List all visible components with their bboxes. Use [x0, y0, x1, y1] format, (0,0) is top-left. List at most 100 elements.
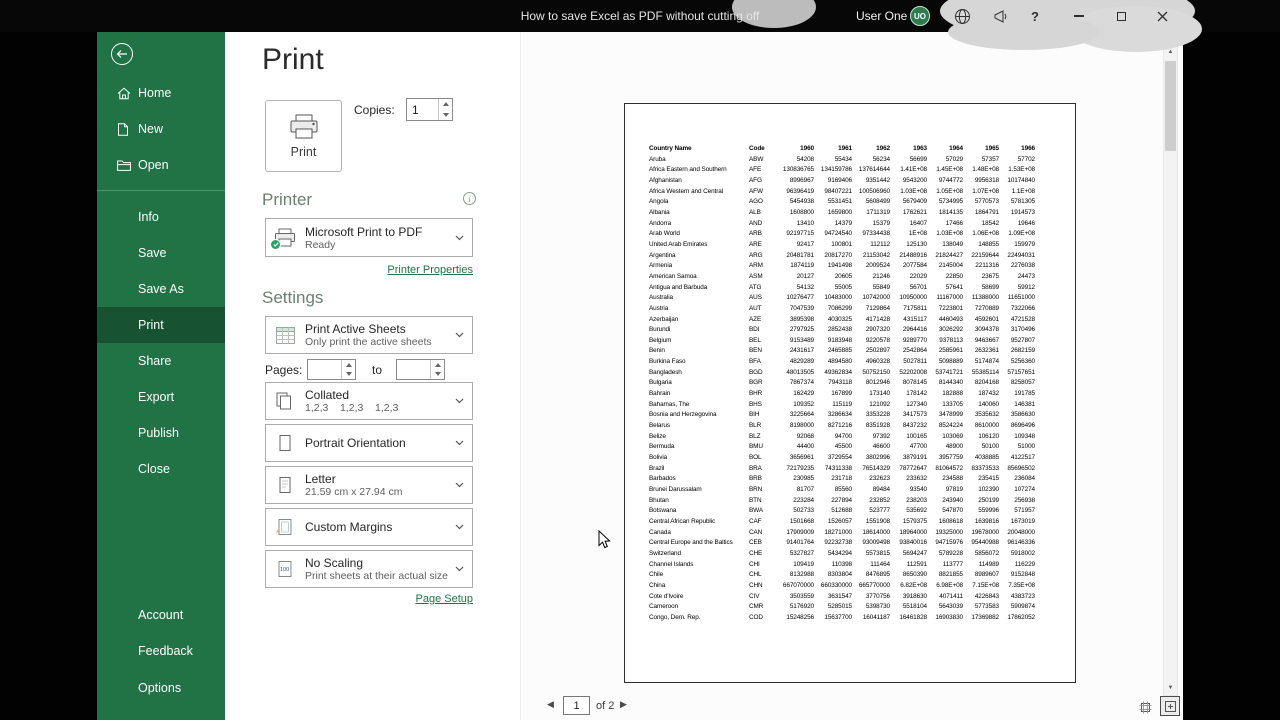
back-arrow-icon — [116, 50, 127, 58]
table-row: Armenia ARM 1874119 1941498 2009524 2077584 21… — [649, 262, 1035, 270]
pages-from-input[interactable] — [308, 360, 341, 379]
table-row: Bulgaria BGR 7867374 7943118 8012946 8078145 8… — [649, 379, 1035, 387]
preview-page: Country Name Code 1960 1961 1962 1963 1964 1965… — [624, 103, 1076, 683]
sidebar-item-save[interactable]: Save — [97, 235, 225, 271]
sidebar-item-info[interactable]: Info — [97, 199, 225, 235]
close-button[interactable] — [1142, 0, 1182, 32]
table-row: Aruba ABW 54208 55434 56234 56699 57029 57357 57… — [649, 155, 1035, 163]
table-row: Cote d'Ivoire CIV 3503559 3631547 3770756 391… — [649, 592, 1035, 600]
table-row: Bangladesh BGD 48013505 49362834 50752150 522… — [649, 368, 1035, 376]
spin-up-icon[interactable] — [345, 362, 352, 367]
table-row: Albania ALB 1608800 1659800 1711319 1762621 18… — [649, 208, 1035, 216]
scroll-down-icon[interactable]: ▼ — [1164, 681, 1177, 695]
collation-dropdown[interactable]: Collated 1,2,3 1,2,3 1,2,3 — [265, 382, 473, 420]
printer-name: Microsoft Print to PDF — [305, 224, 423, 239]
maximize-button[interactable] — [1102, 0, 1140, 32]
table-row: Bahrain BHR 162429 167899 173140 178142 182888… — [649, 390, 1035, 398]
page-count-label: of 2 — [596, 700, 615, 712]
sidebar-item-home[interactable]: Home — [97, 75, 225, 111]
mouse-cursor — [598, 529, 611, 554]
info-icon[interactable]: i — [463, 192, 476, 205]
table-row: Brazil BRA 72179235 74311338 76514329 7877264… — [649, 464, 1035, 472]
spin-down-icon[interactable] — [345, 372, 352, 377]
show-margins-button[interactable] — [1137, 699, 1154, 716]
preview-scrollbar[interactable]: ▲ ▼ — [1163, 44, 1178, 696]
table-row: Canada CAN 17909009 18271000 18614000 1896400… — [649, 528, 1035, 536]
pages-to-input[interactable] — [397, 360, 430, 379]
printer-ready-check-icon — [270, 239, 281, 250]
spin-up-icon[interactable] — [442, 102, 449, 107]
sidebar-item-feedback[interactable]: Feedback — [97, 633, 225, 669]
pages-to-stepper[interactable] — [396, 359, 445, 380]
printer-dropdown[interactable]: Microsoft Print to PDF Ready — [265, 218, 473, 257]
sidebar-item-publish[interactable]: Publish — [97, 415, 225, 451]
margins-dropdown[interactable]: * Custom Margins — [265, 508, 473, 546]
globe-icon[interactable] — [952, 7, 972, 25]
table-row: Belgium BEL 9153489 9183948 9220578 9289770 93… — [649, 336, 1035, 344]
sidebar-item-close[interactable]: Close — [97, 451, 225, 487]
paper-size-dropdown[interactable]: Letter 21.59 cm x 27.94 cm — [265, 466, 473, 504]
table-row: Barbados BRB 230985 231718 232623 233632 23458… — [649, 475, 1035, 483]
backstage-sidebar: Home New Open Info Save Save As Print Sh… — [97, 32, 225, 720]
scaling-dropdown[interactable]: 100 No Scaling Print sheets at their act… — [265, 550, 473, 588]
portrait-page-icon — [274, 434, 296, 452]
sidebar-item-open[interactable]: Open — [97, 147, 225, 183]
copies-input[interactable] — [407, 99, 438, 120]
print-what-dropdown[interactable]: Print Active Sheets Only print the activ… — [265, 316, 473, 354]
table-row: Azerbaijan AZE 3895398 4030325 4171428 431511… — [649, 315, 1035, 323]
window-title: How to save Excel as PDF without cutting… — [520, 9, 760, 23]
new-document-icon — [117, 122, 132, 136]
minimize-button[interactable] — [1060, 0, 1098, 32]
copies-spin-arrows[interactable] — [438, 99, 452, 120]
table-row: Country Name Code 1960 1961 1962 1963 1964 1965… — [649, 145, 1035, 152]
table-row: Central African Republic CAF 1501668 152605… — [649, 517, 1035, 525]
table-row: Australia AUS 10276477 10483000 10742000 1095… — [649, 294, 1035, 302]
sidebar-item-label: New — [138, 122, 164, 136]
table-row: Africa Western and Central AFW 96396419 984… — [649, 187, 1035, 195]
table-row: Chile CHL 8132988 8303804 8476895 8650390 8821… — [649, 571, 1035, 579]
table-row: Antigua and Barbuda ATG 54132 55005 55849 567… — [649, 283, 1035, 291]
pages-label: Pages: — [265, 363, 303, 377]
page-setup-link[interactable]: Page Setup — [265, 593, 474, 605]
next-page-button[interactable]: ▶ — [620, 699, 627, 710]
sidebar-item-account[interactable]: Account — [97, 597, 225, 633]
table-row: Belize BLZ 92068 94700 97392 100165 103069 1061… — [649, 432, 1035, 440]
chevron-down-icon — [455, 332, 464, 338]
help-icon[interactable]: ? — [1026, 7, 1044, 25]
table-row: Andorra AND 13410 14379 15379 16407 17466 18542… — [649, 219, 1035, 227]
orientation-dropdown[interactable]: Portrait Orientation — [265, 424, 473, 462]
printer-properties-link[interactable]: Printer Properties — [265, 264, 473, 276]
custom-margins-icon: * — [274, 518, 296, 536]
feedback-icon[interactable] — [991, 8, 1011, 24]
table-row: Africa Eastern and Southern AFE 130836765 1… — [649, 166, 1035, 174]
printer-icon — [290, 114, 317, 138]
current-page-input[interactable] — [563, 696, 590, 715]
spin-up-icon[interactable] — [434, 362, 441, 367]
sidebar-item-new[interactable]: New — [97, 111, 225, 147]
back-button[interactable] — [111, 43, 133, 65]
open-folder-icon — [117, 160, 132, 171]
printer-device-icon — [270, 228, 296, 250]
previous-page-button[interactable]: ◀ — [547, 699, 554, 710]
sidebar-item-share[interactable]: Share — [97, 343, 225, 379]
sidebar-item-print[interactable]: Print — [97, 307, 225, 343]
scrollbar-thumb[interactable] — [1165, 61, 1176, 151]
pages-from-stepper[interactable] — [307, 359, 356, 380]
copies-stepper[interactable] — [406, 98, 453, 121]
maximize-icon — [1116, 11, 1126, 21]
chevron-down-icon — [455, 398, 464, 404]
spin-down-icon[interactable] — [442, 112, 449, 117]
print-preview-area: Country Name Code 1960 1961 1962 1963 1964 1965… — [520, 32, 1183, 720]
show-margins-icon — [1139, 701, 1152, 714]
zoom-to-page-button[interactable] — [1160, 696, 1180, 716]
sidebar-item-options[interactable]: Options — [97, 670, 225, 706]
sidebar-divider — [97, 190, 225, 191]
print-button[interactable]: Print — [265, 100, 342, 172]
avatar[interactable]: UO — [910, 6, 930, 26]
spin-down-icon[interactable] — [434, 372, 441, 377]
sidebar-item-export[interactable]: Export — [97, 379, 225, 415]
chevron-down-icon — [455, 482, 464, 488]
table-row: Botswana BWA 502733 512688 523777 535692 54787… — [649, 507, 1035, 515]
table-row: Switzerland CHE 5327827 5434294 5573815 56942… — [649, 549, 1035, 557]
sidebar-item-save-as[interactable]: Save As — [97, 271, 225, 307]
